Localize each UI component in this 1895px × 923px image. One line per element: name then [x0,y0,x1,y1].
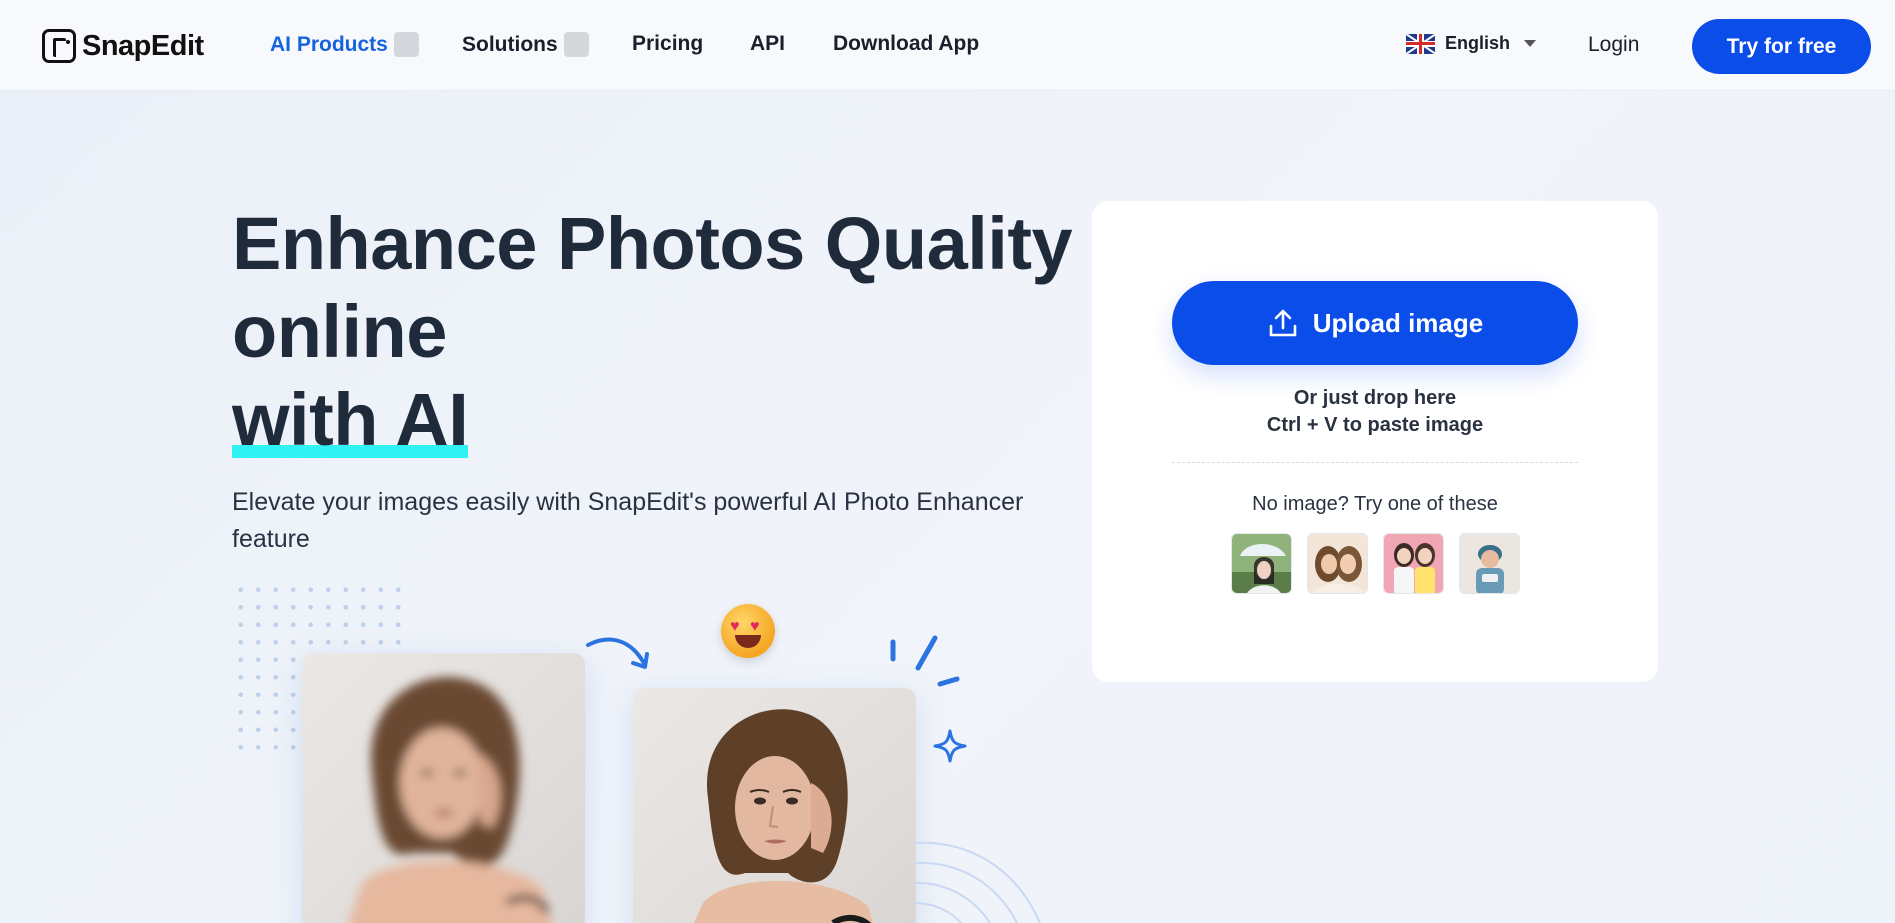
curved-arrow-icon [586,637,649,669]
nav-download-app-label: Download App [833,32,980,55]
uk-flag-icon [1406,33,1435,54]
upload-card[interactable]: Upload image Or just drop here Ctrl + V … [1092,201,1658,682]
samples-label: No image? Try one of these [1252,493,1498,515]
chevron-down-icon [563,32,589,57]
language-selector[interactable]: English [1406,33,1537,54]
upload-icon [1269,309,1297,337]
nav-api-label: API [750,32,786,55]
hero-title-line2: online [232,290,447,373]
upload-image-label: Upload image [1312,307,1484,338]
nav-solutions[interactable]: Solutions [462,32,589,57]
sample-images [1231,533,1520,594]
before-photo [302,653,585,923]
star-sparkle-icon [933,729,967,763]
paste-hint: Ctrl + V to paste image [1266,414,1484,436]
try-for-free-button[interactable]: Try for free [1692,19,1871,74]
drop-hint: Or just drop here [1293,387,1457,409]
enhanced-portrait-image [633,688,916,923]
hero-title-highlight: with AI [232,376,469,464]
nav-api[interactable]: API [750,32,785,56]
hero-title-line1: Enhance Photos Quality [232,202,1073,285]
top-navbar: SnapEdit AI Products Solutions Pricing A… [0,0,1895,91]
brand-name: SnapEdit [82,29,204,62]
language-label: English [1445,33,1511,53]
blurred-portrait-image [302,653,585,923]
concentric-arcs-decoration [915,841,1041,923]
hero-title: Enhance Photos Quality online with AI [232,200,1092,464]
sparkle-lines-icon [890,635,960,687]
dashed-divider [1172,462,1578,463]
sample-photo-baby[interactable] [1459,533,1520,594]
hero-subtitle: Elevate your images easily with SnapEdit… [232,488,1024,553]
caret-down-icon [1524,40,1537,47]
sample-photo-two-women[interactable] [1307,533,1368,594]
login-link[interactable]: Login [1588,33,1639,57]
nav-ai-products[interactable]: AI Products [270,32,419,57]
snapedit-logo-icon [42,29,76,63]
snapedit-logo[interactable]: SnapEdit [42,28,204,64]
sample-photo-woman-umbrella[interactable] [1231,533,1292,594]
chevron-down-icon [393,32,419,57]
heart-eyes-emoji-icon: ♥ ♥ [721,604,775,658]
nav-ai-products-label: AI Products [270,32,388,56]
after-photo [633,688,916,923]
nav-solutions-label: Solutions [462,32,558,56]
upload-image-button[interactable]: Upload image [1172,281,1578,365]
nav-pricing-label: Pricing [632,32,704,55]
nav-download-app[interactable]: Download App [833,32,979,56]
sample-photo-two-girls[interactable] [1383,533,1444,594]
nav-pricing[interactable]: Pricing [632,32,703,56]
